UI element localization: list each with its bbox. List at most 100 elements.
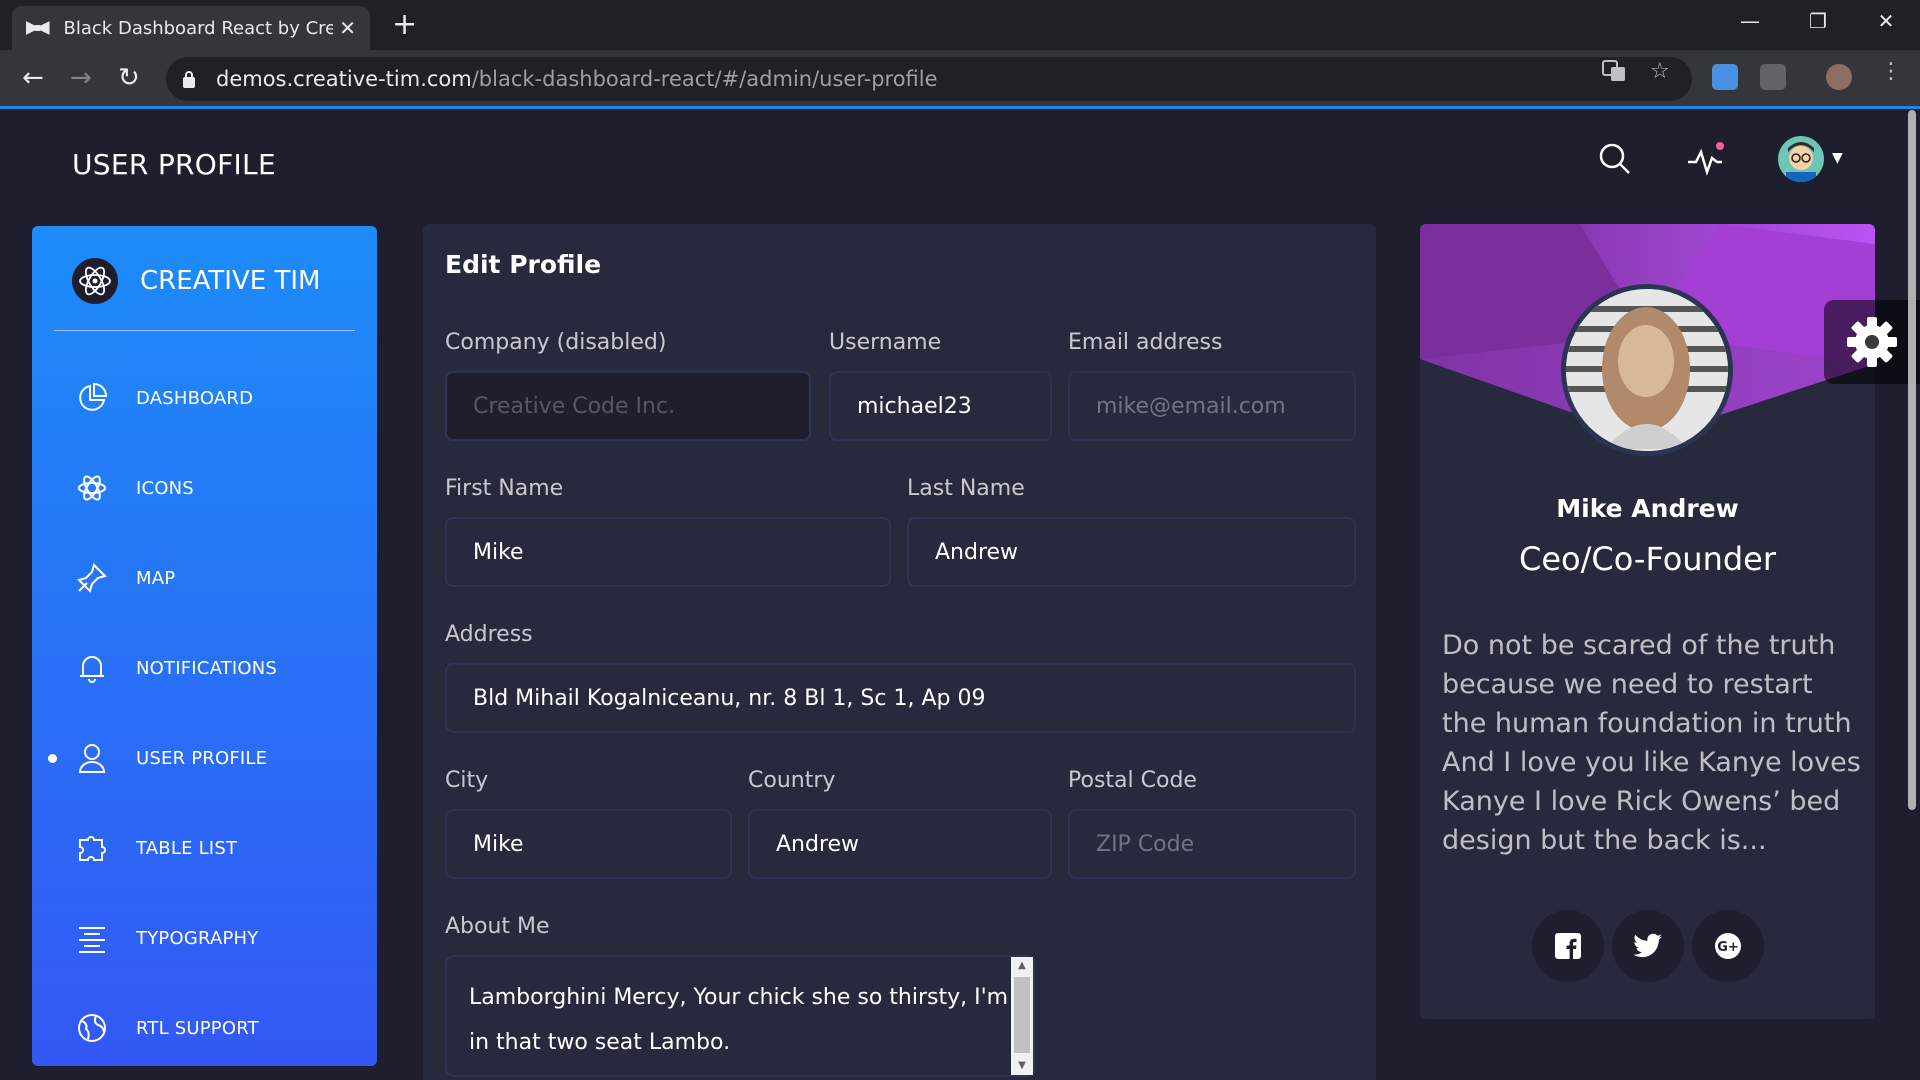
url-host: demos.creative-tim.com (216, 67, 472, 91)
facebook-button[interactable] (1532, 910, 1604, 982)
textarea-scrollbar[interactable]: ▲ ▼ (1011, 957, 1033, 1075)
postal-code-field[interactable] (1068, 809, 1356, 879)
username-field[interactable] (829, 371, 1052, 441)
sidebar-item-rtl-support[interactable]: RTL SUPPORT (74, 1003, 364, 1053)
forward-icon[interactable]: → (70, 62, 92, 94)
company-label: Company (disabled) (445, 330, 667, 355)
company-field[interactable] (445, 371, 811, 441)
sidebar-item-icons[interactable]: ICONS (74, 463, 364, 513)
sidebar-item-label: RTL SUPPORT (136, 1017, 259, 1039)
user-avatar[interactable] (1778, 136, 1824, 182)
pin-icon (74, 560, 110, 596)
tab-title: Black Dashboard React by Creat (63, 17, 334, 39)
menu-dots-icon[interactable]: ⋮ (1880, 59, 1902, 84)
country-field[interactable] (748, 809, 1052, 879)
pulse-icon[interactable] (1686, 142, 1726, 178)
bell-icon (74, 650, 110, 686)
postal-code-label: Postal Code (1068, 768, 1197, 793)
scroll-thumb[interactable] (1014, 977, 1030, 1053)
username-label: Username (829, 330, 942, 355)
align-center-icon (74, 920, 110, 956)
url-text: demos.creative-tim.com/black-dashboard-r… (216, 67, 938, 91)
active-indicator (48, 754, 57, 763)
edit-profile-card: Edit Profile Company (disabled) Username… (423, 224, 1376, 1080)
last-name-label: Last Name (907, 476, 1025, 501)
lock-icon (183, 71, 195, 88)
facebook-icon (1555, 933, 1581, 959)
city-label: City (445, 768, 489, 793)
page-scrollbar[interactable] (1908, 110, 1916, 810)
brand-divider (54, 330, 355, 331)
browser-toolbar: ← → ↻ demos.creative-tim.com/black-dashb… (0, 50, 1920, 108)
user-icon (74, 740, 110, 776)
sidebar-item-notifications[interactable]: NOTIFICATIONS (74, 643, 364, 693)
first-name-label: First Name (445, 476, 564, 501)
chart-pie-icon (74, 380, 110, 416)
google-plus-icon: G+ (1715, 933, 1741, 959)
extension-icon[interactable] (1760, 64, 1786, 90)
settings-plugin-button[interactable] (1824, 300, 1920, 384)
card-title: Edit Profile (445, 250, 602, 279)
gear-icon (1847, 317, 1897, 367)
sidebar-item-typography[interactable]: TYPOGRAPHY (74, 913, 364, 963)
about-label: About Me (445, 914, 550, 939)
email-field[interactable] (1068, 371, 1356, 441)
profile-description: Do not be scared of the truth because we… (1442, 630, 1861, 856)
world-icon (74, 1010, 110, 1046)
sidebar-item-map[interactable]: MAP (74, 553, 364, 603)
sidebar-item-user-profile[interactable]: USER PROFILE (74, 733, 364, 783)
brand-name: CREATIVE TIM (140, 266, 321, 296)
profile-avatar[interactable] (1561, 284, 1733, 456)
sidebar-item-label: ICONS (136, 477, 194, 499)
sidebar: CREATIVE TIM DASHBOARD ICONS MAP NOTIFIC… (32, 226, 377, 1066)
bowtie-icon (26, 21, 50, 35)
brand[interactable]: CREATIVE TIM (72, 258, 320, 304)
close-window-icon[interactable]: ✕ (1856, 4, 1916, 38)
back-icon[interactable]: ← (22, 62, 44, 94)
translate-icon[interactable] (1602, 59, 1626, 89)
new-tab-button[interactable]: + (392, 6, 417, 44)
search-icon[interactable] (1598, 142, 1632, 176)
browser-tab-bar: Black Dashboard React by Creat ✕ + — ❐ ✕ (0, 0, 1920, 50)
react-logo-icon (72, 258, 118, 304)
browser-avatar[interactable] (1826, 64, 1852, 90)
reload-icon[interactable]: ↻ (118, 62, 140, 94)
first-name-field[interactable] (445, 517, 891, 587)
profile-name: Mike Andrew (1556, 494, 1739, 523)
restore-icon[interactable]: ❐ (1788, 4, 1848, 38)
sidebar-item-label: NOTIFICATIONS (136, 657, 278, 679)
page-top-border (0, 106, 1920, 109)
minimize-icon[interactable]: — (1720, 4, 1780, 38)
user-profile-card: Mike Andrew Ceo/Co-Founder Do not be sca… (1420, 224, 1875, 1019)
sidebar-item-dashboard[interactable]: DASHBOARD (74, 373, 364, 423)
address-label: Address (445, 622, 533, 647)
sidebar-item-label: TABLE LIST (136, 837, 238, 859)
address-field[interactable] (445, 663, 1356, 733)
browser-tab[interactable]: Black Dashboard React by Creat ✕ (12, 6, 370, 50)
sidebar-item-label: DASHBOARD (136, 387, 254, 409)
sidebar-item-label: TYPOGRAPHY (136, 927, 259, 949)
sidebar-item-table-list[interactable]: TABLE LIST (74, 823, 364, 873)
address-bar[interactable]: demos.creative-tim.com/black-dashboard-r… (166, 57, 1692, 101)
email-label: Email address (1068, 330, 1223, 355)
profile-role: Ceo/Co-Founder (1518, 540, 1776, 578)
atom-icon (74, 470, 110, 506)
tab-close-icon[interactable]: ✕ (339, 16, 356, 40)
twitter-icon (1633, 933, 1662, 958)
scroll-down-icon[interactable]: ▼ (1011, 1057, 1033, 1075)
extension-icon[interactable] (1712, 64, 1738, 90)
star-icon[interactable]: ☆ (1650, 59, 1670, 84)
city-field[interactable] (445, 809, 732, 879)
url-path: /black-dashboard-react/#/admin/user-prof… (471, 67, 938, 91)
google-button[interactable]: G+ (1692, 910, 1764, 982)
last-name-field[interactable] (907, 517, 1356, 587)
twitter-button[interactable] (1612, 910, 1684, 982)
sidebar-item-label: MAP (136, 567, 176, 589)
country-label: Country (748, 768, 836, 793)
about-me-textarea[interactable]: Lamborghini Mercy, Your chick she so thi… (445, 955, 1035, 1077)
svg-text:G+: G+ (1717, 940, 1739, 955)
scroll-up-icon[interactable]: ▲ (1011, 957, 1033, 975)
page-title[interactable]: USER PROFILE (72, 148, 276, 181)
caret-down-icon[interactable]: ▼ (1832, 150, 1843, 166)
sidebar-item-label: USER PROFILE (136, 747, 268, 769)
